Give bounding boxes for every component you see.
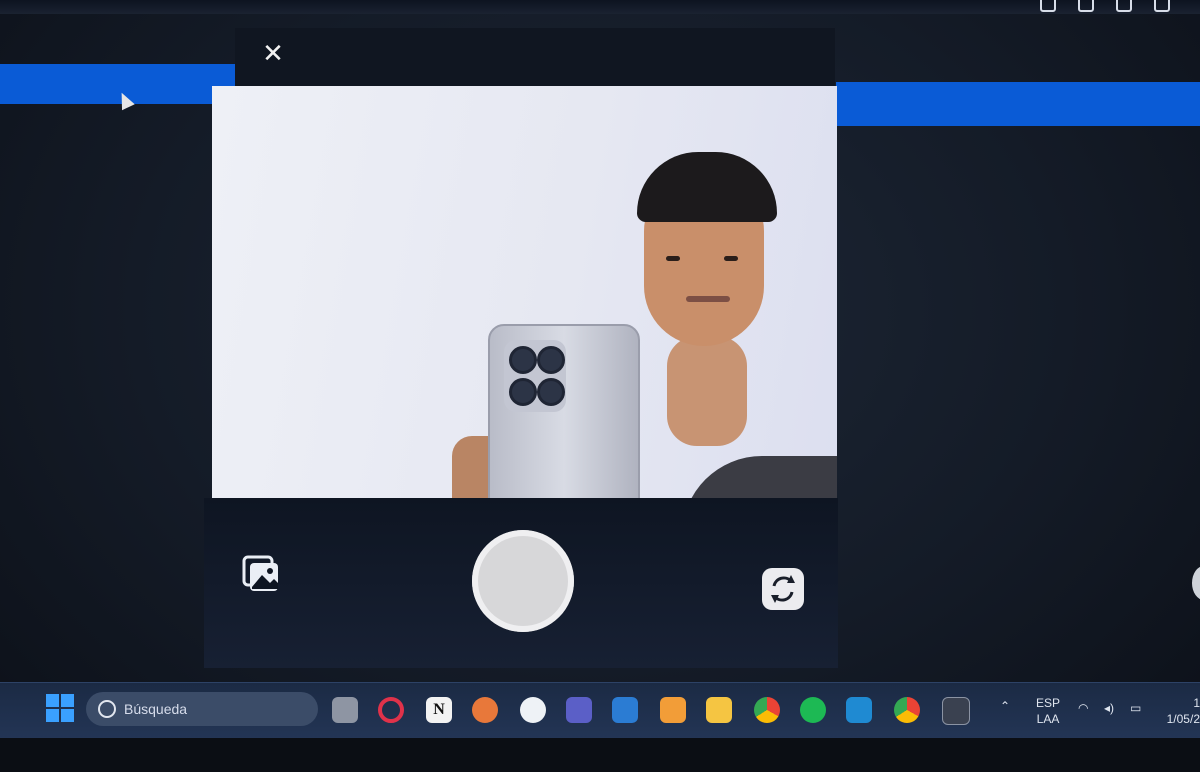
phone-camera-module bbox=[504, 340, 566, 412]
preview-hair bbox=[637, 152, 777, 222]
profile-icon[interactable] bbox=[1154, 0, 1170, 12]
maps-icon[interactable] bbox=[520, 697, 546, 723]
phone-lens bbox=[509, 346, 537, 374]
search-icon bbox=[98, 700, 116, 718]
switch-camera-icon bbox=[771, 575, 795, 603]
preview-eye-left bbox=[666, 256, 680, 261]
tab-icon[interactable] bbox=[1040, 0, 1056, 12]
clock-time: 1 bbox=[1193, 696, 1200, 710]
preview-mouth bbox=[686, 296, 730, 302]
star-icon[interactable] bbox=[1078, 0, 1094, 12]
camera-preview bbox=[212, 86, 837, 510]
sublime-icon[interactable] bbox=[660, 697, 686, 723]
phone-lens bbox=[509, 378, 537, 406]
taskbar: Búsqueda N ⌃ ESP LAA ◠ ◂) ▭ 1 1/05/2 bbox=[0, 682, 1200, 739]
tray-overflow-icon[interactable]: ⌃ bbox=[1000, 699, 1010, 713]
camera-controls bbox=[204, 498, 838, 668]
clock-date: 1/05/2 bbox=[1166, 712, 1200, 726]
screen-bezel-bottom bbox=[0, 738, 1200, 772]
top-window-icons bbox=[1040, 0, 1170, 12]
wifi-icon[interactable]: ◠ bbox=[1078, 701, 1088, 715]
terminal-icon[interactable] bbox=[942, 697, 970, 725]
taskbar-search[interactable]: Búsqueda bbox=[86, 692, 318, 726]
shutter-button[interactable] bbox=[472, 530, 574, 632]
camera-dialog-header bbox=[235, 28, 835, 88]
teams-icon[interactable] bbox=[566, 697, 592, 723]
notion-icon[interactable]: N bbox=[426, 697, 452, 723]
extension-icon[interactable] bbox=[1116, 0, 1132, 12]
preview-phone bbox=[488, 324, 640, 510]
keyboard-layout: LAA bbox=[1036, 712, 1060, 726]
swift-icon[interactable] bbox=[472, 697, 498, 723]
gallery-icon bbox=[242, 555, 278, 591]
opera-icon[interactable] bbox=[378, 697, 404, 723]
word-icon[interactable] bbox=[612, 697, 638, 723]
chrome-icon[interactable] bbox=[754, 697, 780, 723]
task-view-icon[interactable] bbox=[332, 697, 358, 723]
switch-camera-button[interactable] bbox=[762, 568, 804, 610]
chrome-profile-icon[interactable] bbox=[894, 697, 920, 723]
preview-eye-right bbox=[724, 256, 738, 261]
start-button[interactable] bbox=[46, 694, 74, 722]
language-code: ESP bbox=[1036, 696, 1061, 710]
phone-lens bbox=[537, 378, 565, 406]
file-explorer-icon[interactable] bbox=[706, 697, 732, 723]
battery-icon[interactable]: ▭ bbox=[1130, 701, 1141, 715]
gallery-button[interactable] bbox=[240, 553, 282, 595]
edge-partial-button[interactable] bbox=[1192, 566, 1200, 600]
clock[interactable]: 1 1/05/2 bbox=[1164, 695, 1200, 727]
spotify-icon[interactable] bbox=[800, 697, 826, 723]
close-button[interactable]: ✕ bbox=[258, 38, 288, 68]
language-indicator[interactable]: ESP LAA bbox=[1036, 695, 1060, 727]
background-blue-band-right bbox=[836, 82, 1200, 126]
vscode-icon[interactable] bbox=[846, 697, 872, 723]
volume-icon[interactable]: ◂) bbox=[1104, 701, 1114, 715]
search-placeholder: Búsqueda bbox=[124, 701, 188, 717]
phone-lens bbox=[537, 346, 565, 374]
preview-neck bbox=[667, 336, 747, 446]
top-window-strip bbox=[0, 0, 1200, 14]
